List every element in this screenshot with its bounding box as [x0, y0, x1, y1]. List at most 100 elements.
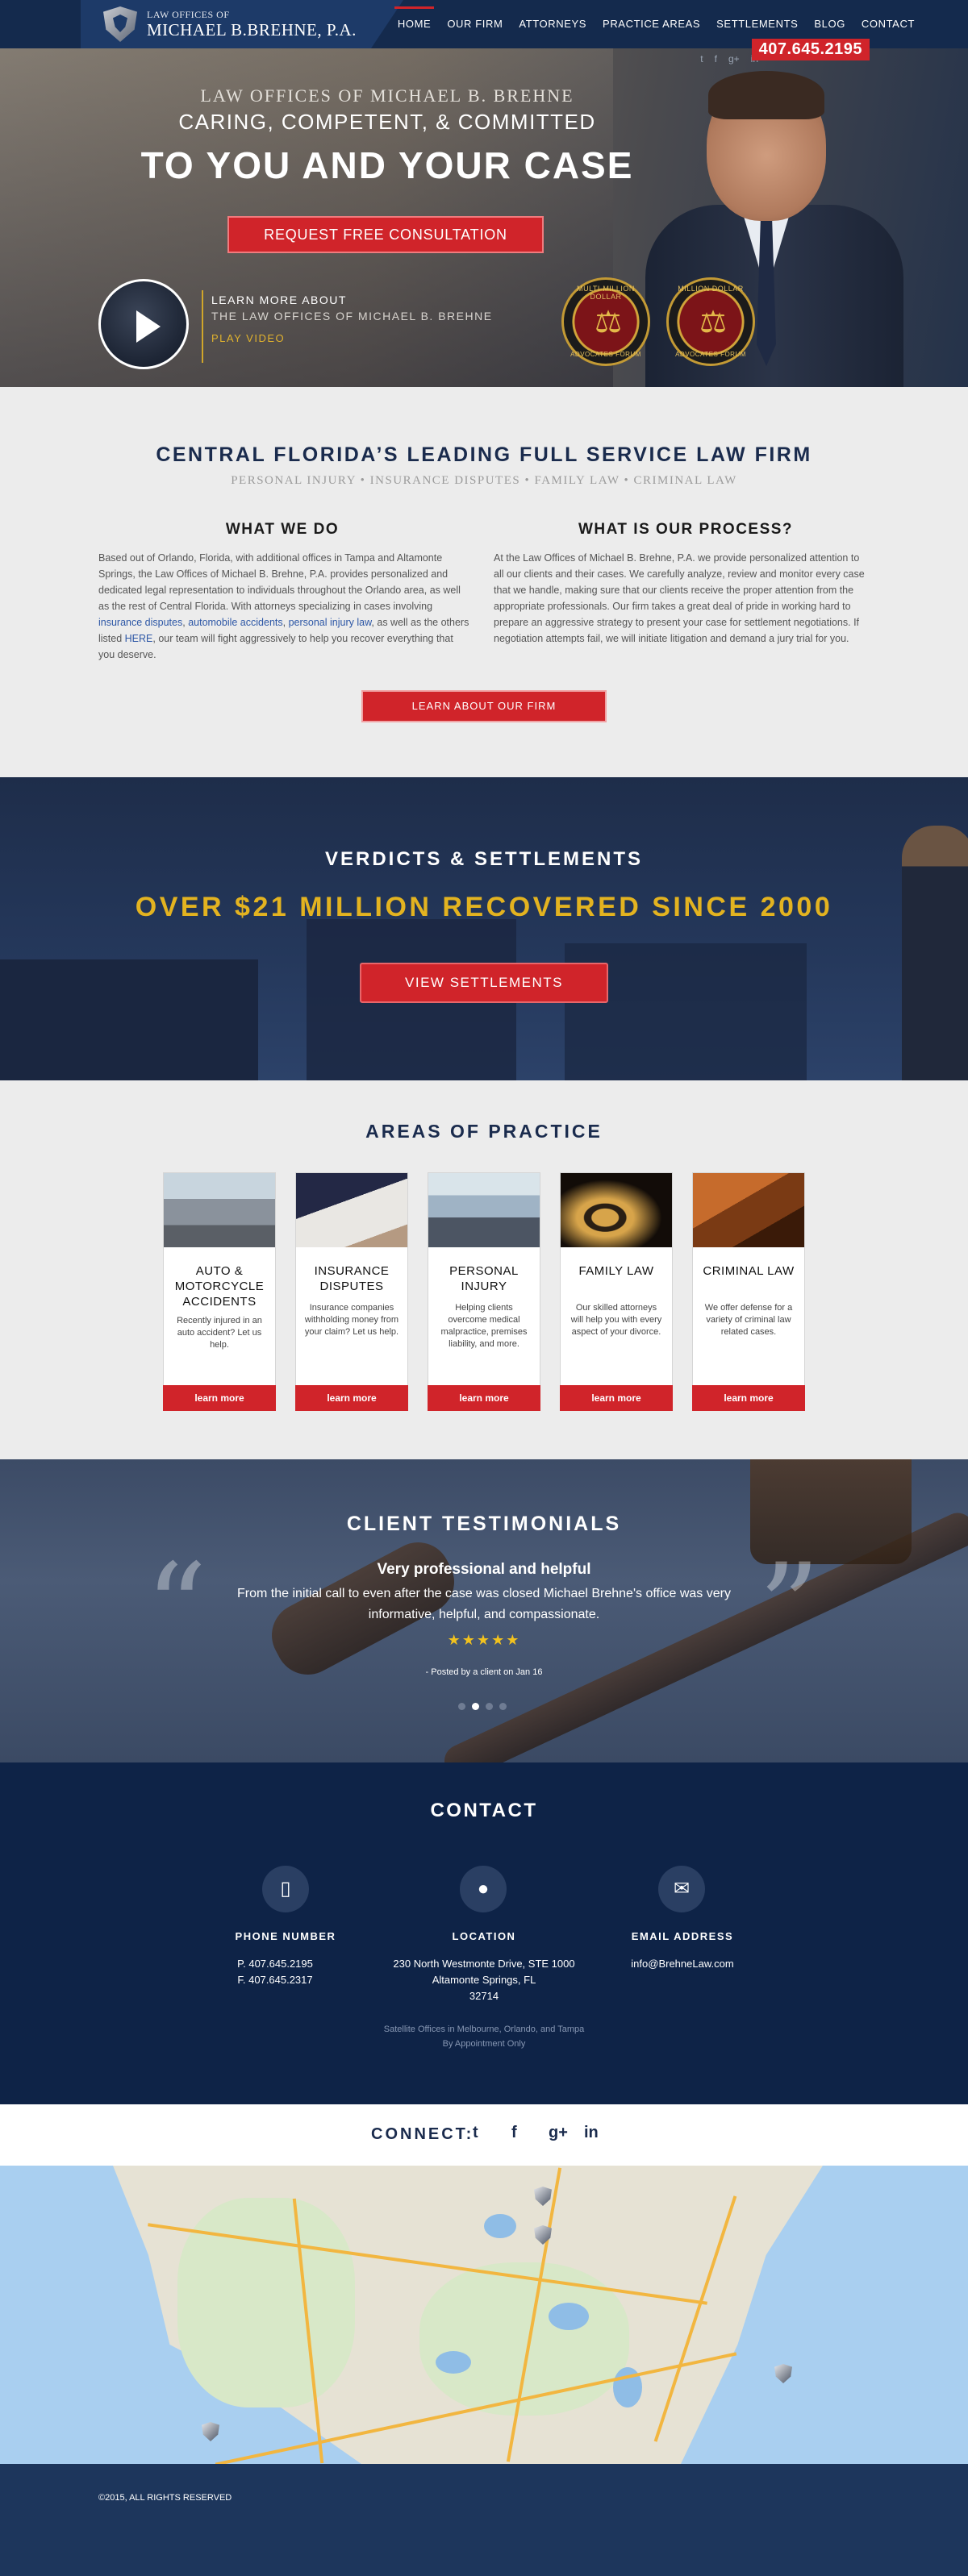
video-learn-label: LEARN MORE ABOUT [211, 293, 347, 306]
amount-recovered: OVER $21 MILLION RECOVERED SINCE 2000 [135, 892, 833, 922]
email-label: EMAIL ADDRESS [631, 1930, 734, 1942]
verdicts-title: VERDICTS & SETTLEMENTS [324, 848, 644, 870]
office-map-pin[interactable] [774, 2364, 792, 2383]
card-title: AUTO & MOTORCYCLE ACCIDENTS [174, 1264, 265, 1309]
personal-injury-law-link[interactable]: personal injury law [289, 617, 372, 628]
what-we-do-heading: WHAT WE DO [225, 521, 340, 538]
logo-firm-name: MICHAEL B.BREHNE, P.A. [147, 20, 357, 40]
wedding-rings-image [561, 1173, 672, 1247]
star-rating: ★★★★★ [447, 1632, 521, 1648]
about-title: CENTRAL FLORIDA’S LEADING FULL SERVICE L… [156, 443, 812, 466]
phone-number[interactable]: P. 407.645.2195 [178, 1956, 372, 1972]
learn-more-button[interactable]: learn more [560, 1385, 673, 1411]
testimonials-title: CLIENT TESTIMONIALS [346, 1513, 622, 1535]
footer: ©2015, ALL RIGHTS RESERVED [0, 2464, 968, 2576]
practice-areas-title: AREAS OF PRACTICE [365, 1121, 603, 1142]
connect-label: CONNECT: [371, 2125, 474, 2143]
our-process-heading: WHAT IS OUR PROCESS? [578, 521, 794, 538]
location-pin-icon: ● [460, 1866, 507, 1912]
google-plus-icon[interactable]: g+ [549, 2124, 568, 2142]
address: 230 North Westmonte Drive, STE 1000 Alta… [393, 1958, 575, 2002]
email-address[interactable]: info@BrehneLaw.com [586, 1956, 779, 1972]
practice-card-insurance[interactable]: INSURANCE DISPUTES Insurance companies w… [295, 1172, 408, 1411]
nav-home[interactable]: HOME [390, 0, 439, 48]
phone-label: PHONE NUMBER [235, 1930, 336, 1942]
card-description: We offer defense for a variety of crimin… [704, 1303, 793, 1337]
what-we-do-text: Based out of Orlando, Florida, with addi… [98, 552, 469, 660]
insurance-disputes-link[interactable]: insurance disputes [98, 617, 182, 628]
header-phone-number[interactable]: 407.645.2195 [751, 39, 870, 60]
copyright-text: ©2015, ALL RIGHTS RESERVED [98, 2493, 232, 2503]
million-dollar-seal: MILLION DOLLAR ⚖ ADVOCATES FORUM [666, 277, 755, 366]
video-firm-label: THE LAW OFFICES OF MICHAEL B. BREHNE [211, 310, 493, 323]
play-video-link[interactable]: PLAY VIDEO [211, 332, 285, 344]
facebook-icon[interactable]: f [715, 53, 717, 65]
scales-icon: ⚖ [594, 306, 623, 339]
hero-section: LAW OFFICES OF MICHAEL B. BREHNE CARING,… [0, 48, 968, 387]
logo-small-text: LAW OFFICES OF [147, 9, 230, 20]
scales-icon: ⚖ [699, 306, 728, 339]
view-settlements-button[interactable]: VIEW SETTLEMENTS [360, 963, 608, 1003]
email-icon: ✉ [658, 1866, 705, 1912]
facebook-icon[interactable]: f [511, 2124, 517, 2142]
here-link[interactable]: HERE [125, 633, 153, 644]
multi-million-dollar-seal: MULTI-MILLION DOLLAR ⚖ ADVOCATES FORUM [561, 277, 650, 366]
request-consultation-button[interactable]: REQUEST FREE CONSULTATION [227, 216, 544, 253]
twitter-icon[interactable]: t [700, 53, 703, 65]
practice-card-criminal[interactable]: CRIMINAL LAW We offer defense for a vari… [692, 1172, 805, 1411]
card-description: Insurance companies withholding money fr… [304, 1303, 399, 1337]
location-label: LOCATION [452, 1930, 516, 1942]
video-thumbnail[interactable] [98, 279, 189, 369]
testimonials-section: “ ” CLIENT TESTIMONIALS Very professiona… [0, 1459, 968, 1762]
card-description: Helping clients overcome medical malprac… [440, 1303, 528, 1349]
gavel-image [693, 1173, 804, 1247]
carousel-dot[interactable] [499, 1703, 507, 1710]
practice-card-auto[interactable]: AUTO & MOTORCYCLE ACCIDENTS Recently inj… [163, 1172, 276, 1411]
card-title: CRIMINAL LAW [703, 1264, 795, 1278]
connect-bar: CONNECT: t f g+ in [0, 2104, 968, 2166]
our-process-text: At the Law Offices of Michael B. Brehne,… [494, 552, 865, 644]
nav-practice-areas[interactable]: PRACTICE AREAS [595, 0, 708, 48]
linkedin-icon[interactable]: in [584, 2124, 599, 2142]
learn-more-button[interactable]: learn more [692, 1385, 805, 1411]
carousel-dot[interactable] [458, 1703, 465, 1710]
card-description: Our skilled attorneys will help you with… [570, 1303, 662, 1337]
twitter-icon[interactable]: t [473, 2124, 478, 2142]
learn-more-button[interactable]: learn more [163, 1385, 276, 1411]
verdicts-section: VERDICTS & SETTLEMENTS OVER $21 MILLION … [0, 777, 968, 1080]
signing-document-image [296, 1173, 407, 1247]
fax-number: F. 407.645.2317 [237, 1974, 313, 1986]
nav-attorneys[interactable]: ATTORNEYS [511, 0, 595, 48]
learn-more-button[interactable]: learn more [295, 1385, 408, 1411]
phone-icon: ▯ [262, 1866, 309, 1912]
wheelchair-image [428, 1173, 540, 1247]
automobile-accidents-link[interactable]: automobile accidents [188, 617, 282, 628]
testimonial-author: - Posted by a client on Jan 16 [425, 1667, 543, 1677]
shield-logo-icon [103, 6, 137, 42]
about-practice-list: PERSONAL INJURY • INSURANCE DISPUTES • F… [231, 474, 737, 487]
contact-title: CONTACT [430, 1800, 538, 1821]
car-accident-image [164, 1173, 275, 1247]
card-title: PERSONAL INJURY [449, 1264, 519, 1293]
testimonial-body: From the initial call to even after the … [237, 1587, 731, 1621]
about-section: CENTRAL FLORIDA’S LEADING FULL SERVICE L… [0, 387, 968, 777]
learn-more-button[interactable]: learn more [428, 1385, 540, 1411]
google-plus-icon[interactable]: g+ [728, 53, 740, 65]
logo[interactable]: LAW OFFICES OF MICHAEL B.BREHNE, P.A. [81, 0, 403, 48]
office-map-pin[interactable] [202, 2422, 219, 2441]
phone-numbers: P. 407.645.2195 F. 407.645.2317 [178, 1956, 372, 1988]
learn-about-firm-button[interactable]: LEARN ABOUT OUR FIRM [361, 690, 607, 722]
contact-section: CONTACT ▯ PHONE NUMBER P. 407.645.2195 F… [0, 1762, 968, 2104]
testimonial-heading: Very professional and helpful [377, 1561, 591, 1578]
carousel-dots [458, 1703, 507, 1710]
practice-areas-section: AREAS OF PRACTICE AUTO & MOTORCYCLE ACCI… [0, 1080, 968, 1459]
office-location-map[interactable] [0, 2166, 968, 2464]
carousel-dot[interactable] [486, 1703, 493, 1710]
carousel-dot-active[interactable] [472, 1703, 479, 1710]
practice-card-personal-injury[interactable]: PERSONAL INJURY Helping clients overcome… [428, 1172, 540, 1411]
practice-card-family[interactable]: FAMILY LAW Our skilled attorneys will he… [560, 1172, 673, 1411]
nav-our-firm[interactable]: OUR FIRM [439, 0, 511, 48]
satellite-offices-note: Satellite Offices in Melbourne, Orlando,… [383, 2025, 585, 2049]
header-social-links: t f g+ in [700, 48, 758, 65]
play-icon [136, 310, 161, 343]
